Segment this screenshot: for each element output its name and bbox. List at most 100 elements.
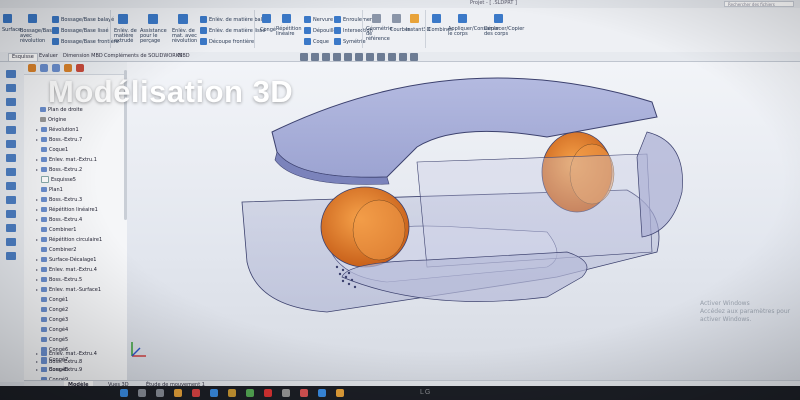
- fillet-icon[interactable]: [262, 14, 271, 23]
- reference-geometry-icon[interactable]: [372, 14, 381, 23]
- tool-icon[interactable]: [6, 112, 16, 120]
- tree-item[interactable]: ▸ Boss.-Extru.2: [36, 166, 82, 174]
- boundary-boss-icon[interactable]: [52, 38, 59, 45]
- combine-icon[interactable]: [432, 14, 441, 23]
- tree-item[interactable]: Congé1: [41, 296, 68, 304]
- ribbon-item[interactable]: Déplacer/Copier des corps: [484, 27, 524, 37]
- tree-item[interactable]: ▸ Boss.-Extru.3: [36, 196, 82, 204]
- ribbon-item[interactable]: Répétition linéaire: [276, 27, 302, 37]
- app-icon[interactable]: [192, 389, 200, 397]
- tab-solidworks-addins[interactable]: Compléments de SOLIDWORKS: [101, 53, 185, 60]
- tree-item[interactable]: ▸ Boss.-Extru.4: [36, 216, 82, 224]
- tree-item[interactable]: ▸ Répétition circulaire1: [36, 236, 102, 244]
- ribbon-item[interactable]: Découpe frontière: [209, 39, 254, 45]
- end-cap[interactable]: [636, 131, 683, 238]
- property-manager-tab-icon[interactable]: [40, 64, 48, 72]
- section-view-icon[interactable]: [333, 53, 341, 61]
- display-style-icon[interactable]: [366, 53, 374, 61]
- solidworks-icon[interactable]: [264, 389, 272, 397]
- tool-icon[interactable]: [6, 224, 16, 232]
- dynamic-annotation-icon[interactable]: [344, 53, 352, 61]
- tree-item[interactable]: ▸ Boss.-Extru.7: [36, 136, 82, 144]
- ribbon-item[interactable]: Assistance pour le perçage: [140, 29, 170, 44]
- configuration-manager-tab-icon[interactable]: [52, 64, 60, 72]
- extruded-cut-icon[interactable]: [118, 14, 128, 24]
- lofted-boss-icon[interactable]: [52, 27, 59, 34]
- search-input[interactable]: Rechercher des fichiers: [724, 1, 794, 7]
- tree-item[interactable]: ▸ Boss.-Extru.5: [36, 276, 82, 284]
- tool-icon[interactable]: [6, 238, 16, 246]
- ribbon-item[interactable]: Appliquer/Consumer le corps: [448, 27, 499, 37]
- ribbon-item[interactable]: Enlèv. de matière lissé: [209, 28, 265, 34]
- app-icon[interactable]: [210, 389, 218, 397]
- tool-icon[interactable]: [6, 84, 16, 92]
- ribbon-item[interactable]: Bossage/Base balayé: [61, 17, 114, 23]
- ribbon-item[interactable]: Géométrie de référence: [366, 27, 392, 42]
- tool-icon[interactable]: [6, 154, 16, 162]
- ribbon-item[interactable]: Congé: [260, 27, 276, 33]
- file-explorer-icon[interactable]: [174, 389, 182, 397]
- draft-icon[interactable]: [304, 27, 311, 34]
- ribbon-item[interactable]: Coque: [313, 39, 329, 45]
- ribbon-item[interactable]: Enlèv. de mat. avec révolution: [172, 29, 198, 44]
- view-orientation-icon[interactable]: [355, 53, 363, 61]
- hide-show-items-icon[interactable]: [377, 53, 385, 61]
- tab-dimension-mbd[interactable]: Dimension MBD: [60, 53, 106, 60]
- tree-item[interactable]: ▸ Enlev. mat.-Extru.4: [36, 266, 97, 274]
- tree-item[interactable]: Congé4: [41, 326, 68, 334]
- tool-icon[interactable]: [6, 182, 16, 190]
- tool-icon[interactable]: [6, 252, 16, 260]
- tree-item[interactable]: Plan1: [41, 186, 63, 194]
- view-settings-icon[interactable]: [410, 53, 418, 61]
- swept-boss-icon[interactable]: [52, 16, 59, 23]
- task-view-icon[interactable]: [156, 389, 164, 397]
- rib-icon[interactable]: [304, 16, 311, 23]
- tree-item[interactable]: ▸ Répétition linéaire1: [36, 206, 98, 214]
- ribbon-item[interactable]: Bossage/Base lissé: [61, 28, 109, 34]
- lofted-cut-icon[interactable]: [200, 27, 207, 34]
- search-icon[interactable]: [138, 389, 146, 397]
- tree-item[interactable]: ▸ Boss.-Extru.9: [36, 366, 82, 374]
- imprint-body-icon[interactable]: [458, 14, 467, 23]
- app-icon[interactable]: [228, 389, 236, 397]
- tool-icon[interactable]: [6, 98, 16, 106]
- tree-item[interactable]: ▸ Surface-Décalage1: [36, 256, 96, 264]
- ribbon-item[interactable]: Instant3D: [406, 27, 430, 33]
- ribbon-item[interactable]: Enroulement: [343, 17, 375, 23]
- tree-item[interactable]: Congé5: [41, 336, 68, 344]
- ribbon-left-label[interactable]: Bossage/Base avec révolution: [20, 29, 55, 44]
- tool-icon[interactable]: [6, 70, 16, 78]
- ribbon-item[interactable]: Enlèv. de matière extrudé: [114, 29, 138, 44]
- app-icon[interactable]: [318, 389, 326, 397]
- instant3d-icon[interactable]: [410, 14, 419, 23]
- tab-mbd[interactable]: MBD: [175, 53, 193, 60]
- surface-icon[interactable]: [3, 14, 12, 23]
- tool-icon[interactable]: [6, 140, 16, 148]
- apply-scene-icon[interactable]: [399, 53, 407, 61]
- tree-item[interactable]: ▸ Révolution1: [36, 126, 79, 134]
- zoom-to-area-icon[interactable]: [311, 53, 319, 61]
- middle-wall[interactable]: [416, 153, 653, 268]
- tree-item[interactable]: ▸ Enlev. mat.-Surface1: [36, 286, 101, 294]
- tree-item[interactable]: Combiner1: [41, 226, 76, 234]
- tool-icon[interactable]: [6, 210, 16, 218]
- tree-item[interactable]: Esquisse5: [41, 176, 76, 184]
- app-icon[interactable]: [336, 389, 344, 397]
- tool-icon[interactable]: [6, 168, 16, 176]
- feature-manager-tab-icon[interactable]: [28, 64, 36, 72]
- tree-item[interactable]: ▸ Enlev. mat.-Extru.4: [36, 350, 97, 358]
- app-icon[interactable]: [300, 389, 308, 397]
- tree-item[interactable]: Origine: [40, 116, 66, 124]
- boundary-cut-icon[interactable]: [200, 38, 207, 45]
- ribbon-item[interactable]: Nervure: [313, 17, 333, 23]
- curves-icon[interactable]: [392, 14, 401, 23]
- revolve-boss-icon[interactable]: [28, 14, 37, 23]
- app-icon[interactable]: [282, 389, 290, 397]
- tree-item[interactable]: Combiner2: [41, 246, 76, 254]
- wrap-icon[interactable]: [334, 16, 341, 23]
- tool-icon[interactable]: [6, 196, 16, 204]
- edit-appearance-icon[interactable]: [388, 53, 396, 61]
- tree-item[interactable]: ▸ Enlev. mat.-Extru.1: [36, 156, 97, 164]
- move-copy-body-icon[interactable]: [494, 14, 503, 23]
- start-icon[interactable]: [120, 389, 128, 397]
